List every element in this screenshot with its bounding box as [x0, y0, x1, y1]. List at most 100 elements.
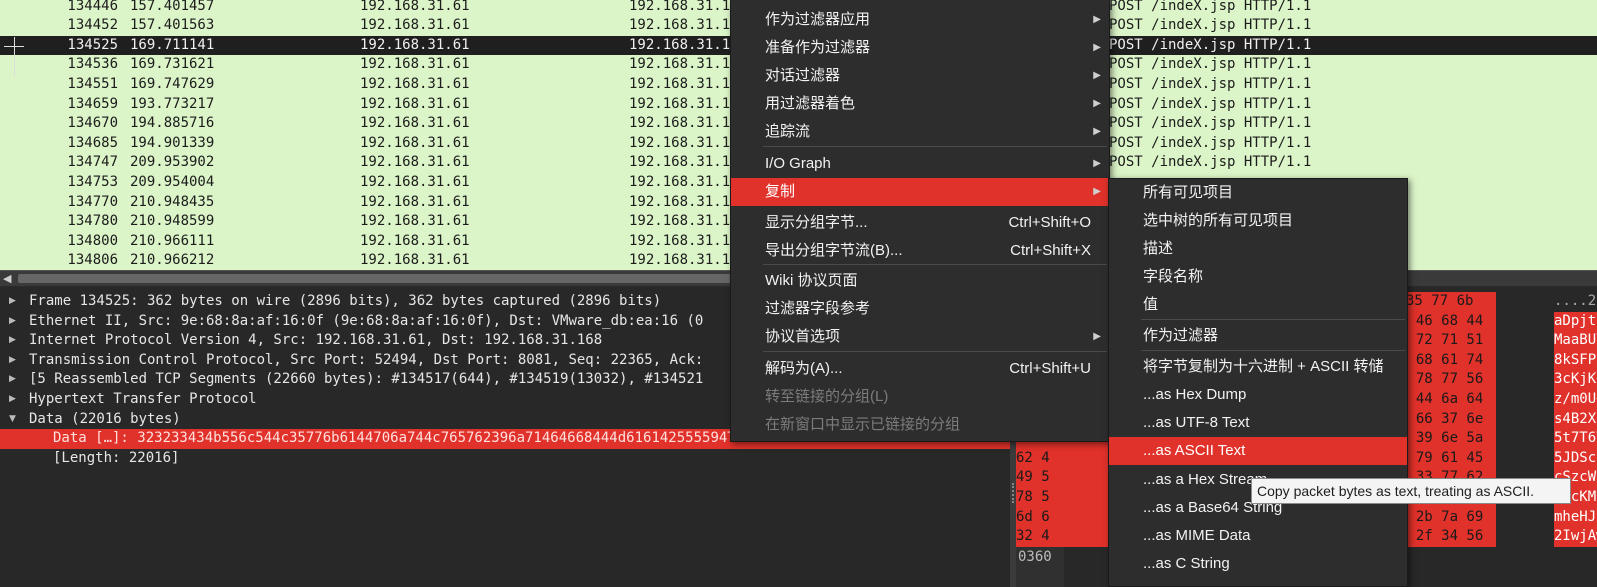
ascii-row: 5t7T6V [1554, 429, 1597, 449]
copy-menu-item[interactable]: 选中树的所有可见项目 [1109, 207, 1407, 235]
packet-number: 134800 [67, 232, 118, 249]
packet-info: POST /indeX.jsp HTTP/1.1 [1109, 36, 1312, 53]
detail-text: [Length: 22016] [53, 449, 180, 466]
packet-number: 134446 [67, 0, 118, 14]
menu-item-label: 将字节复制为十六进制 + ASCII 转储 [1143, 358, 1384, 375]
packet-time: 169.747629 [130, 75, 215, 92]
menu-item[interactable]: I/O Graph ▶ [731, 150, 1109, 178]
menu-item-label: 解码为(A)... [765, 360, 843, 377]
ascii-row: s4B2Xi [1554, 409, 1597, 430]
ascii-row: aDpjtL [1554, 311, 1597, 332]
detail-text: Frame 134525: 362 bytes on wire (2896 bi… [29, 293, 662, 309]
menu-item[interactable]: 显示分组字节... Ctrl+Shift+O [731, 209, 1109, 237]
detail-text: Internet Protocol Version 4, Src: 192.16… [29, 332, 603, 349]
hex-bytes-right: 0 39 6e 5a [1399, 430, 1484, 447]
expand-arrow-icon[interactable]: ▶ [9, 370, 21, 390]
menu-item-label: 作为过滤器 [1143, 327, 1219, 344]
packet-destination: 192.168.31.1 [629, 75, 731, 92]
menu-item-label: 用过滤器着色 [765, 95, 856, 112]
packet-destination: 192.168.31.1 [629, 173, 731, 190]
packet-source: 192.168.31.61 [360, 213, 470, 230]
copy-menu-item[interactable]: 字段名称 [1109, 263, 1407, 291]
copy-menu-item[interactable]: ...as UTF-8 Text [1109, 409, 1407, 437]
packet-time: 169.731621 [130, 56, 215, 73]
detail-text: Data (22016 bytes) [29, 410, 181, 427]
ascii-row: MaaBUY [1554, 331, 1597, 351]
packet-number: 134685 [67, 134, 118, 151]
ascii-row: 8kSFPs [1554, 350, 1597, 371]
detail-text: [5 Reassembled TCP Segments (22660 bytes… [29, 371, 704, 388]
copy-menu-item[interactable]: ...as MIME Data [1109, 522, 1407, 550]
submenu-arrow-icon: ▶ [1093, 331, 1101, 342]
expand-arrow-icon[interactable]: ▶ [9, 390, 21, 410]
packet-destination: 192.168.31.1 [629, 56, 731, 73]
copy-menu-item[interactable]: 作为过滤器 [1109, 322, 1407, 350]
menu-item-shortcut: Ctrl+Shift+X [1010, 242, 1091, 259]
copy-menu-item[interactable]: ...as C String [1109, 550, 1407, 578]
scroll-left-icon[interactable]: ◀ [3, 272, 11, 285]
menu-item-label: ...as Hex Dump [1143, 386, 1247, 403]
packet-info: POST /indeX.jsp HTTP/1.1 [1109, 95, 1312, 112]
menu-item-label: 准备作为过滤器 [765, 39, 871, 56]
menu-item-label: 复制 [765, 183, 796, 200]
copy-menu-item[interactable]: 所有可见项目 [1109, 179, 1407, 207]
expand-arrow-icon[interactable]: ▶ [9, 292, 21, 312]
hex-bytes-right: 5 2f 34 56 [1399, 528, 1484, 545]
hex-bytes-right: 0 78 77 56 [1399, 371, 1484, 388]
menu-item[interactable]: 追踪流 ▶ [731, 118, 1109, 146]
copy-menu-item[interactable]: 值 [1109, 291, 1407, 319]
hex-bytes-right: 35 77 6b [1406, 293, 1474, 309]
menu-item-shortcut: Ctrl+Shift+U [1009, 360, 1091, 377]
packet-time: 157.401563 [130, 17, 215, 34]
menu-item[interactable]: 对话过滤器 ▶ [731, 62, 1109, 90]
menu-item[interactable]: 导出分组字节流(B)... Ctrl+Shift+X [731, 237, 1109, 265]
copy-menu-item[interactable]: ...as Hex Dump [1109, 381, 1407, 409]
collapse-arrow-icon[interactable]: ▼ [9, 410, 21, 430]
packet-info: POST /indeX.jsp HTTP/1.1 [1109, 154, 1312, 171]
hex-bytes-right: 0 68 61 74 [1399, 351, 1484, 368]
menu-item[interactable]: 复制 ▶ [731, 178, 1109, 206]
menu-item[interactable]: 协议首选项 ▶ [731, 323, 1109, 351]
menu-item[interactable]: 解码为(A)... Ctrl+Shift+U [731, 355, 1109, 383]
packet-time: 210.966111 [130, 232, 215, 249]
menu-item[interactable]: 用过滤器着色 ▶ [731, 90, 1109, 118]
expand-arrow-icon[interactable]: ▶ [9, 312, 21, 332]
menu-item-shortcut: Ctrl+Shift+O [1008, 214, 1091, 231]
packet-time: 210.966212 [130, 252, 215, 269]
menu-item[interactable]: Wiki 协议页面 [731, 267, 1109, 295]
hex-bytes-left: 78 5 [1016, 489, 1050, 505]
submenu-arrow-icon: ▶ [1093, 70, 1101, 81]
packet-time: 210.948435 [130, 193, 215, 210]
ascii-row: z/m0U+ [1554, 390, 1597, 410]
copy-menu-item[interactable]: 将字节复制为十六进制 + ASCII 转储 [1109, 353, 1407, 381]
submenu-arrow-icon: ▶ [1093, 42, 1101, 53]
packet-info: POST /indeX.jsp HTTP/1.1 [1109, 134, 1312, 151]
menu-item-label: 所有可见项目 [1143, 184, 1234, 201]
menu-item-label: Wiki 协议页面 [765, 272, 858, 289]
submenu-arrow-icon: ▶ [1093, 126, 1101, 137]
menu-item[interactable]: 过滤器字段参考 [731, 295, 1109, 323]
menu-separator [763, 351, 1107, 352]
packet-source: 192.168.31.61 [360, 134, 470, 151]
menu-item-label: 过滤器字段参考 [765, 300, 871, 317]
menu-item[interactable]: 准备作为过滤器 ▶ [731, 34, 1109, 62]
packet-time: 194.901339 [130, 134, 215, 151]
copy-menu-item[interactable]: 描述 [1109, 235, 1407, 263]
detail-row[interactable]: [Length: 22016] [0, 449, 1010, 469]
expand-arrow-icon[interactable]: ▶ [9, 351, 21, 371]
expand-arrow-icon[interactable]: ▶ [9, 331, 21, 351]
packet-source: 192.168.31.61 [360, 0, 470, 14]
menu-item-label: 对话过滤器 [765, 67, 841, 84]
packet-source: 192.168.31.61 [360, 115, 470, 132]
packet-number: 134780 [67, 213, 118, 230]
splitter-grip-icon[interactable] [1012, 483, 1014, 503]
ascii-row: 3cKjK+ [1554, 370, 1597, 390]
copy-menu-item[interactable]: ...as ASCII Text [1109, 437, 1407, 465]
packet-time: 193.773217 [130, 95, 215, 112]
packet-destination: 192.168.31.1 [629, 36, 731, 53]
packet-destination: 192.168.31.1 [629, 0, 731, 14]
packet-destination: 192.168.31.1 [629, 95, 731, 112]
menu-item[interactable]: 作为过滤器应用 ▶ [731, 6, 1109, 34]
ascii-column: ....22 aDpjtLMaaBUY8kSFPs3cKjK+z/m0U+s4B2… [1554, 287, 1597, 587]
menu-item-label: 字段名称 [1143, 268, 1204, 285]
